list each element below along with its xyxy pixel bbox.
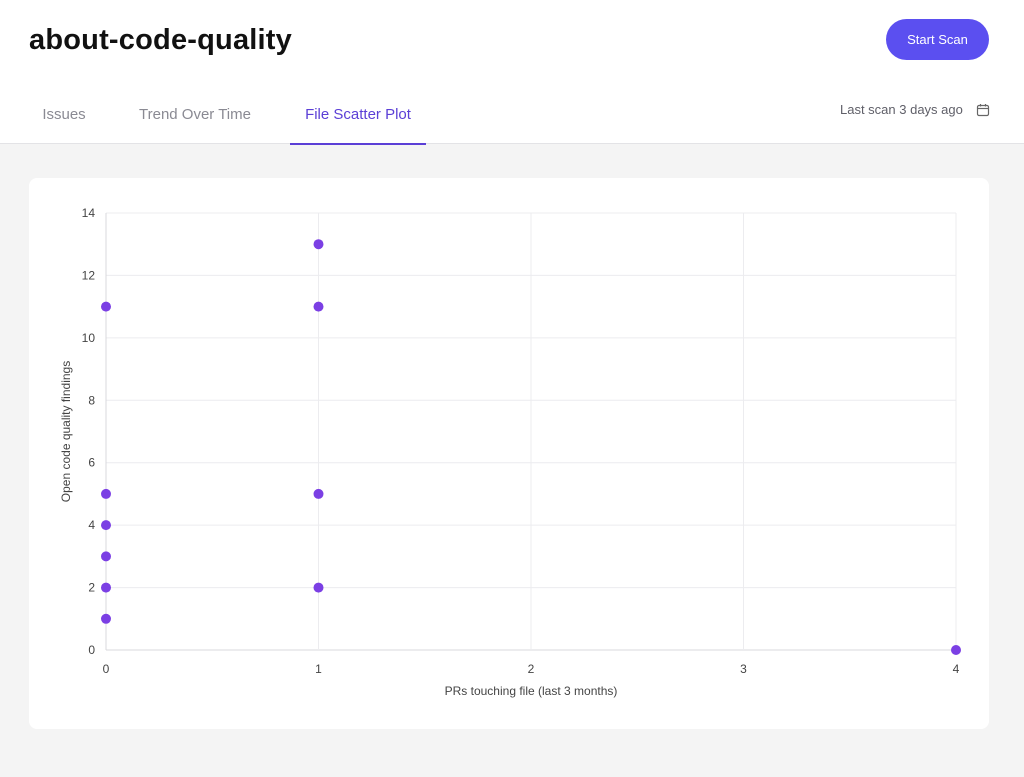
data-point[interactable] (101, 520, 111, 531)
y-tick-label: 0 (88, 643, 95, 657)
y-tick-label: 2 (88, 581, 95, 595)
x-tick-label: 2 (528, 662, 535, 676)
data-point[interactable] (313, 488, 324, 499)
page-header: about-code-quality Start Scan Issues Tre… (0, 0, 1024, 145)
page-title: about-code-quality (29, 24, 292, 56)
x-axis-ticks: 0 1 2 3 4 (103, 662, 960, 676)
chart-grid (105, 212, 957, 651)
y-axis-label: Open code quality findings (59, 361, 73, 502)
data-point[interactable] (313, 301, 324, 312)
data-point[interactable] (313, 239, 324, 250)
file-scatter-plot: 02468101214 01234 Open code quality find… (59, 206, 961, 698)
y-tick-label: 4 (88, 518, 95, 532)
data-point[interactable] (101, 582, 111, 593)
data-point[interactable] (101, 613, 111, 624)
data-point[interactable] (101, 551, 111, 562)
calendar-icon[interactable] (976, 103, 990, 117)
data-point[interactable] (313, 582, 324, 593)
x-tick-label: 4 (953, 662, 960, 676)
y-tick-label: 8 (88, 393, 95, 407)
x-tick-label: 3 (740, 662, 747, 676)
x-tick-label: 1 (315, 662, 322, 676)
x-axis-label: PRs touching file (last 3 months) (445, 684, 618, 698)
y-tick-label: 6 (88, 456, 95, 470)
data-point[interactable] (101, 301, 111, 312)
data-point[interactable] (101, 488, 111, 499)
y-tick-label: 12 (82, 268, 96, 282)
last-scan-text: Last scan 3 days ago (840, 102, 963, 117)
scatter-plot-card: 0 2 4 6 8 10 12 14 01234 Open code quality find… (29, 178, 989, 729)
tab-file-scatter-plot[interactable]: File Scatter Plot (290, 96, 426, 145)
y-tick-label: 10 (82, 331, 96, 345)
y-tick-label: 14 (82, 206, 96, 220)
y-axis-ticks: 0 2 4 6 8 10 12 14 (82, 206, 96, 657)
data-point[interactable] (951, 645, 961, 655)
x-tick-label: 0 (103, 662, 110, 676)
start-scan-button[interactable]: Start Scan (886, 19, 989, 60)
tab-issues[interactable]: Issues (29, 96, 99, 144)
tab-trend-over-time[interactable]: Trend Over Time (124, 96, 266, 144)
